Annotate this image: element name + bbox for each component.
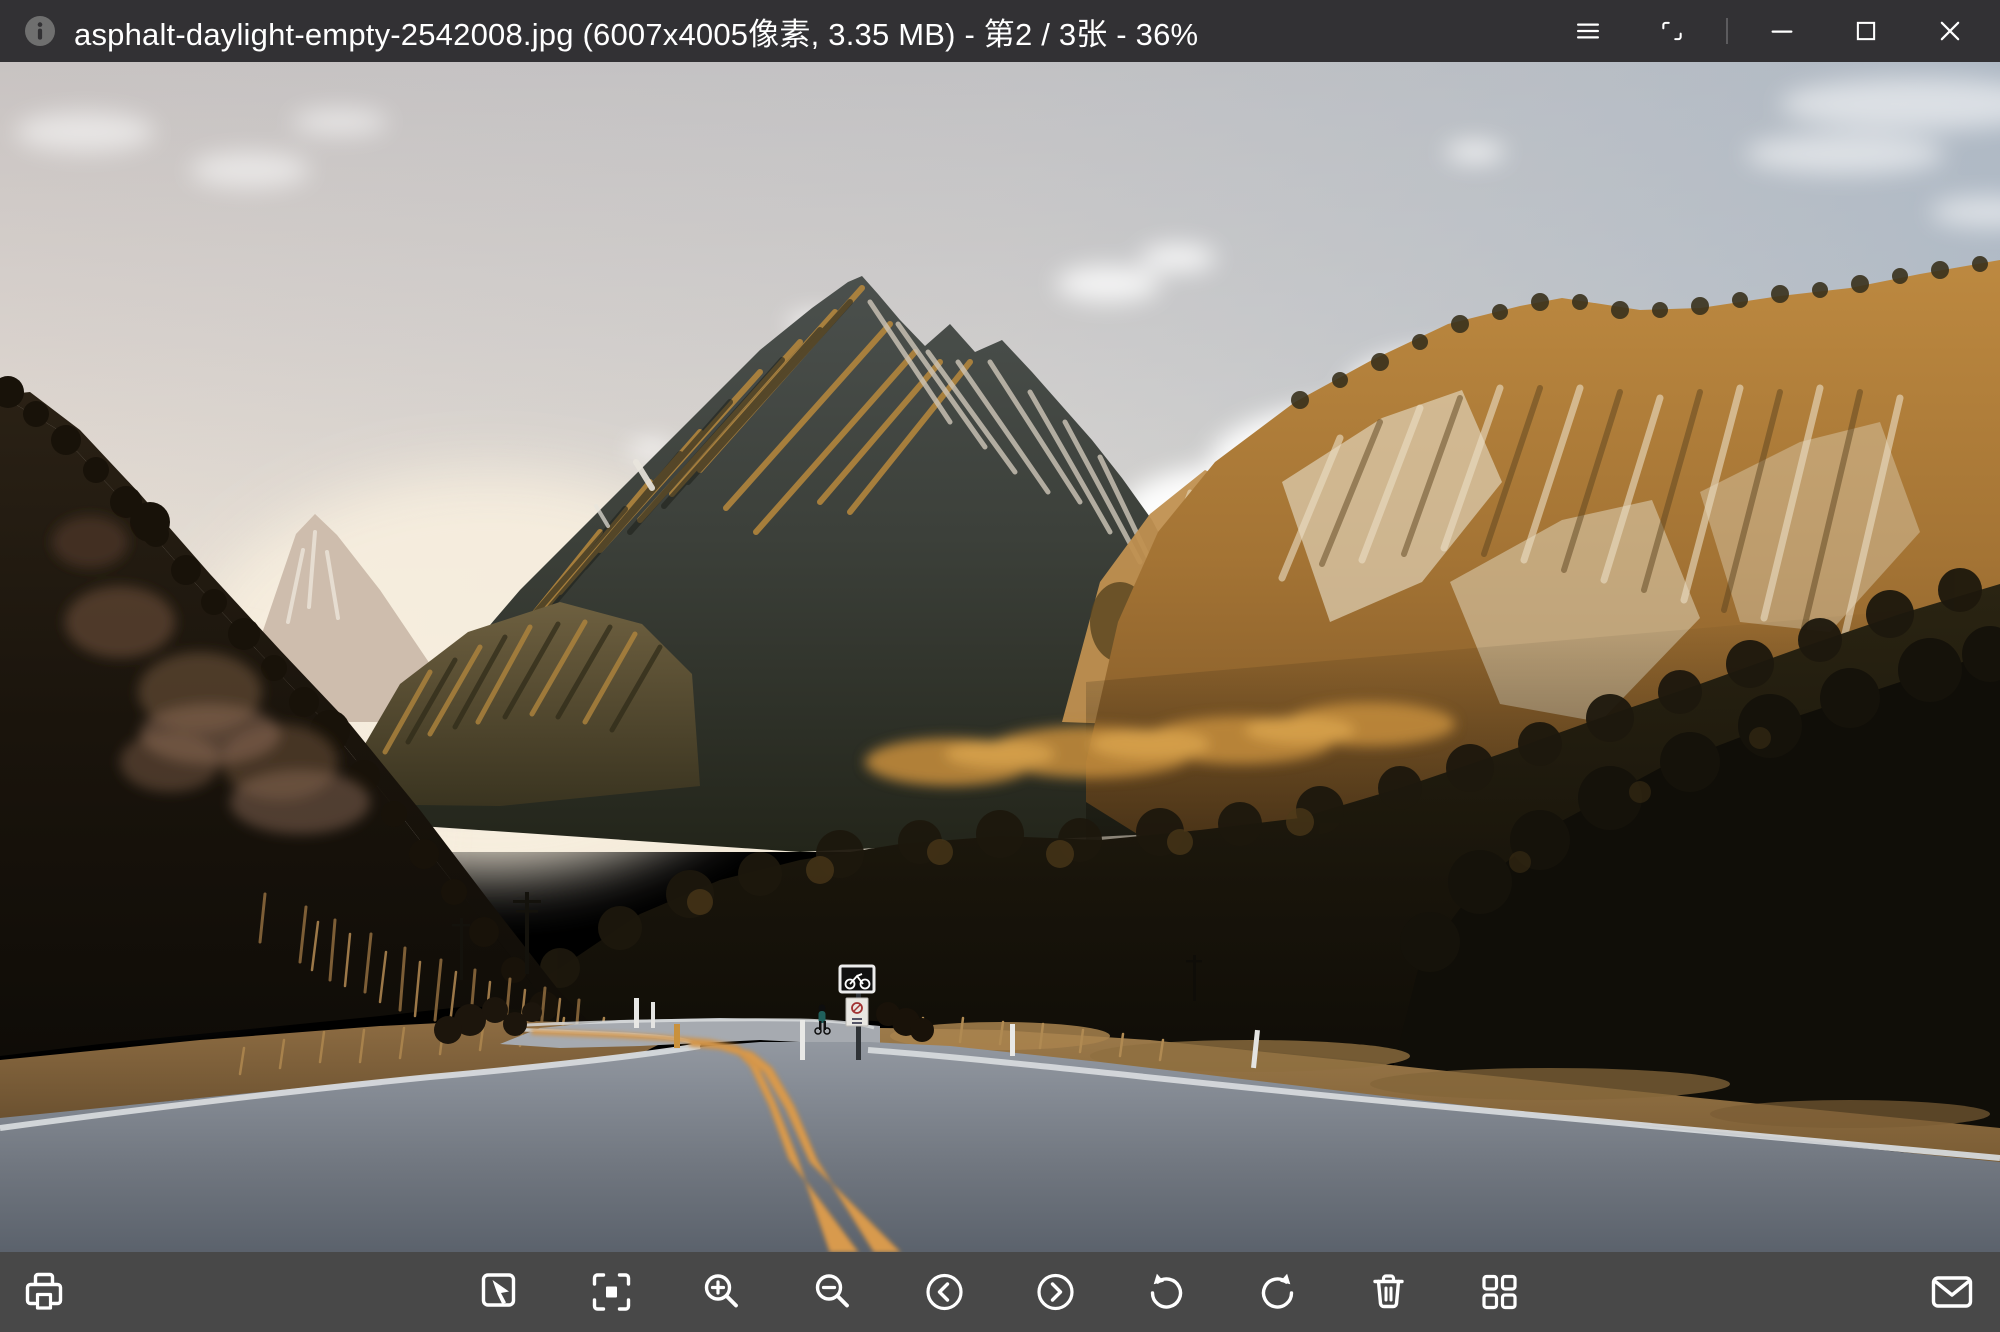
titlebar[interactable]: asphalt-daylight-empty-2542008.jpg (6007…: [0, 0, 2000, 62]
titlebar-separator: [1726, 18, 1728, 44]
toolbar: [0, 1252, 2000, 1332]
window-controls: [1546, 0, 1992, 62]
info-icon[interactable]: [24, 15, 56, 47]
zoom-out-icon[interactable]: [810, 1268, 858, 1316]
rotate-left-icon[interactable]: [1143, 1268, 1191, 1316]
fit-screen-icon[interactable]: [588, 1268, 636, 1316]
window-title: asphalt-daylight-empty-2542008.jpg (6007…: [74, 9, 1198, 54]
utility-pole: [525, 892, 529, 974]
grid-view-icon[interactable]: [1476, 1268, 1524, 1316]
next-icon[interactable]: [1032, 1268, 1080, 1316]
maximize-icon[interactable]: [1843, 8, 1889, 54]
rotate-right-icon[interactable]: [1254, 1268, 1302, 1316]
close-icon[interactable]: [1927, 8, 1973, 54]
delete-icon[interactable]: [1365, 1268, 1413, 1316]
menu-icon[interactable]: [1565, 8, 1611, 54]
print-icon[interactable]: [20, 1268, 68, 1316]
fullscreen-icon[interactable]: [1649, 8, 1695, 54]
previous-icon[interactable]: [921, 1268, 969, 1316]
mail-icon[interactable]: [1928, 1268, 1976, 1316]
zoom-in-icon[interactable]: [699, 1268, 747, 1316]
toolbar-center-group: [477, 1268, 1524, 1316]
photo-viewport[interactable]: [0, 62, 2000, 1252]
select-icon[interactable]: [477, 1268, 525, 1316]
marker-post: [634, 998, 639, 1028]
photo-canvas: [0, 62, 2000, 1252]
minimize-icon[interactable]: [1759, 8, 1805, 54]
yellow-post: [674, 1024, 680, 1048]
